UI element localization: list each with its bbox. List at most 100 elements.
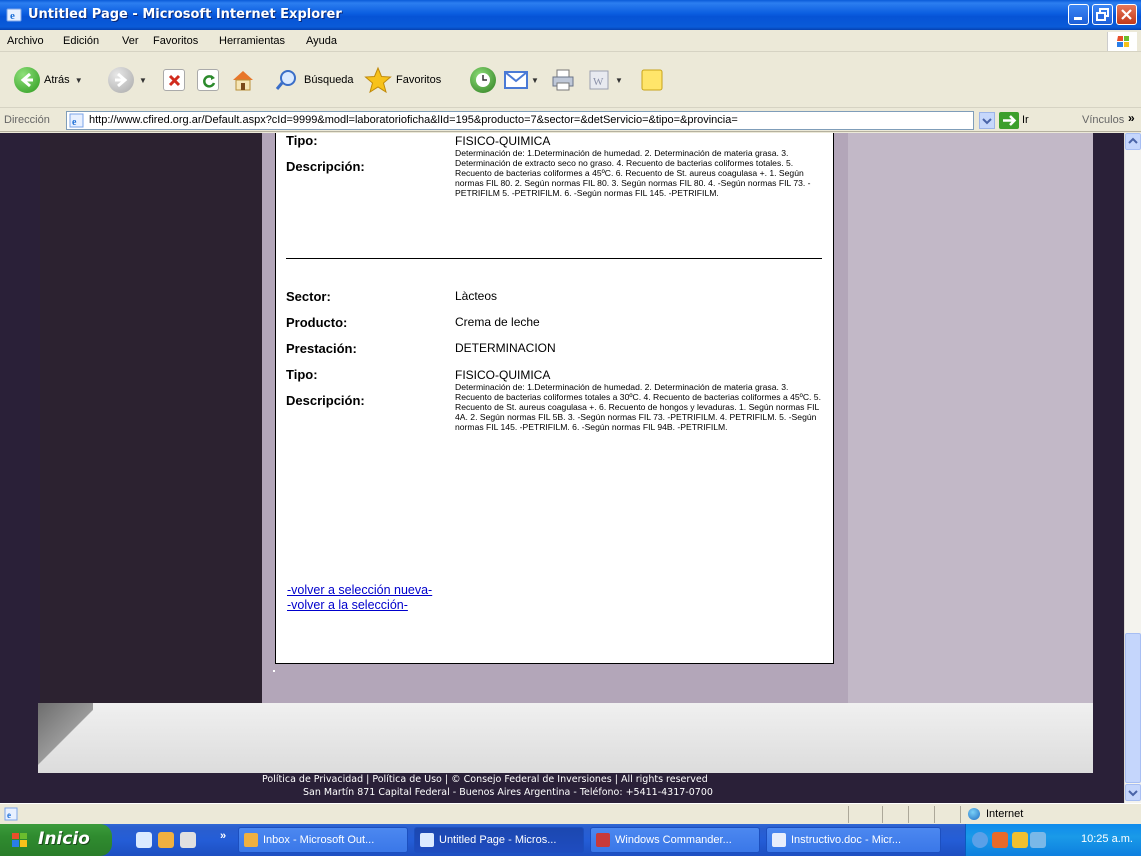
descripcion-value: Determinación de: 1.Determinación de hum…	[455, 382, 821, 432]
star-icon	[364, 66, 392, 94]
mail-button[interactable]: ▼	[503, 65, 539, 95]
status-separator	[934, 806, 935, 823]
new-selection-link[interactable]: -volver a selección nueva-	[287, 583, 432, 597]
favorites-button[interactable]: Favoritos	[364, 65, 441, 95]
sector-value: Làcteos	[455, 289, 498, 303]
forward-arrow-icon	[108, 67, 134, 93]
home-button[interactable]	[230, 65, 256, 95]
back-selection-link[interactable]: -volver a la selección-	[287, 598, 408, 612]
status-separator	[848, 806, 849, 823]
forward-button[interactable]: ▼	[108, 65, 147, 95]
sector-label: Sector:	[286, 289, 331, 304]
close-button[interactable]	[1116, 4, 1137, 25]
quicklaunch-chevron-icon[interactable]: »	[220, 830, 226, 842]
restore-icon	[1093, 5, 1112, 24]
svg-text:e: e	[72, 117, 77, 128]
mail-dropdown-icon[interactable]: ▼	[531, 76, 539, 85]
links-chevron-icon[interactable]: »	[1128, 111, 1135, 125]
descripcion-label: Descripción:	[286, 393, 365, 408]
task-label: Inbox - Microsoft Out...	[263, 834, 375, 846]
chevron-up-icon	[1128, 137, 1138, 144]
internet-globe-icon	[968, 808, 980, 820]
producto-value: Crema de leche	[455, 315, 540, 329]
address-dropdown-button[interactable]	[979, 112, 995, 129]
svg-text:e: e	[10, 10, 15, 22]
chevron-down-icon	[1128, 790, 1138, 797]
minimize-button[interactable]	[1068, 4, 1089, 25]
tray-app-icon[interactable]	[1012, 832, 1028, 848]
system-tray: 10:25 a.m.	[965, 824, 1141, 856]
footer-corner-decoration	[38, 703, 93, 773]
descripcion-value: Determinación de: 1.Determinación de hum…	[455, 148, 811, 198]
print-button[interactable]	[550, 65, 576, 95]
address-input[interactable]: e http://www.cfired.org.ar/Default.aspx?…	[66, 111, 974, 130]
tray-network-icon[interactable]	[1030, 832, 1046, 848]
links-label[interactable]: Vínculos	[1082, 114, 1124, 126]
task-windows-commander[interactable]: Windows Commander...	[590, 827, 760, 853]
quicklaunch-browser-icon[interactable]	[180, 832, 196, 848]
task-label: Instructivo.doc - Micr...	[791, 834, 902, 846]
edit-dropdown-icon[interactable]: ▼	[615, 76, 623, 85]
footer-line-2: San Martín 871 Capital Federal - Buenos …	[303, 787, 713, 798]
messenger-button[interactable]	[640, 65, 664, 95]
word-icon: W	[589, 70, 609, 90]
title-bar: e Untitled Page - Microsoft Internet Exp…	[0, 0, 1141, 30]
go-button[interactable]	[999, 112, 1019, 129]
task-internet-explorer[interactable]: Untitled Page - Micros...	[414, 827, 584, 853]
footer-line-1[interactable]: Política de Privacidad | Política de Uso…	[262, 773, 822, 786]
scroll-down-button[interactable]	[1125, 784, 1141, 801]
menu-favoritos[interactable]: Favoritos	[153, 35, 198, 47]
clock[interactable]: 10:25 a.m.	[1081, 833, 1133, 845]
status-separator	[882, 806, 883, 823]
menu-ver[interactable]: Ver	[122, 35, 139, 47]
back-button[interactable]: Atrás ▼	[14, 65, 83, 95]
favorites-label: Favoritos	[396, 74, 442, 86]
menu-herramientas[interactable]: Herramientas	[219, 35, 285, 47]
close-icon	[1117, 5, 1136, 24]
quicklaunch-outlook-icon[interactable]	[158, 832, 174, 848]
scroll-thumb[interactable]	[1125, 633, 1141, 783]
tray-antivirus-icon[interactable]	[992, 832, 1008, 848]
address-bar: Dirección e http://www.cfired.org.ar/Def…	[0, 109, 1141, 132]
refresh-button[interactable]	[197, 65, 219, 95]
floppy-icon	[596, 833, 610, 847]
spacer-dot	[273, 670, 275, 672]
page-icon: e	[69, 113, 84, 128]
menu-ayuda[interactable]: Ayuda	[306, 35, 337, 47]
chevron-down-icon	[982, 118, 992, 125]
menu-archivo[interactable]: Archivo	[7, 35, 44, 47]
record-divider	[286, 258, 822, 259]
back-dropdown-icon[interactable]: ▼	[75, 76, 83, 85]
note-icon	[641, 69, 663, 91]
forward-dropdown-icon[interactable]: ▼	[139, 76, 147, 85]
search-button[interactable]: Búsqueda	[274, 65, 354, 95]
prestacion-value: DETERMINACION	[455, 341, 556, 355]
stop-icon	[163, 69, 185, 91]
ie-window: e Untitled Page - Microsoft Internet Exp…	[0, 0, 1141, 856]
refresh-icon	[197, 69, 219, 91]
task-outlook[interactable]: Inbox - Microsoft Out...	[238, 827, 408, 853]
descripcion-label: Descripción:	[286, 159, 365, 174]
restore-button[interactable]	[1092, 4, 1113, 25]
security-zone: Internet	[968, 808, 1023, 820]
tipo-value: FISICO-QUIMICA	[455, 368, 551, 382]
tipo-value: FISICO-QUIMICA	[455, 134, 551, 148]
ie-icon	[420, 833, 434, 847]
status-separator	[960, 806, 961, 823]
back-label: Atrás	[44, 74, 70, 86]
menu-edicion[interactable]: Edición	[63, 35, 99, 47]
task-word[interactable]: Instructivo.doc - Micr...	[766, 827, 941, 853]
tray-expand-icon[interactable]	[972, 832, 988, 848]
go-label[interactable]: Ir	[1022, 114, 1029, 126]
edit-button[interactable]: W ▼	[588, 65, 623, 95]
start-button[interactable]: Inicio	[0, 824, 112, 856]
ie-logo-icon: e	[6, 8, 22, 22]
start-label: Inicio	[38, 829, 90, 849]
scroll-up-button[interactable]	[1125, 133, 1141, 150]
quicklaunch-ie-icon[interactable]	[136, 832, 152, 848]
outlook-icon	[244, 833, 258, 847]
lab-detail-panel: Tipo: FISICO-QUIMICA Descripción: Determ…	[275, 133, 834, 664]
stop-button[interactable]	[163, 65, 185, 95]
history-button[interactable]	[470, 65, 496, 95]
vertical-scrollbar[interactable]	[1124, 133, 1141, 803]
